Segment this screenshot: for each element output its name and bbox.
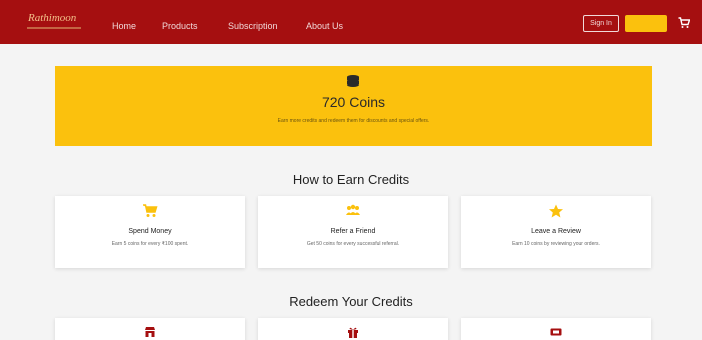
card-description: Get 50 coins for every successful referr… — [306, 241, 400, 247]
earn-card-refer[interactable]: Refer a Friend Get 50 coins for every su… — [258, 196, 448, 268]
earn-card-review[interactable]: Leave a Review Earn 10 coins by reviewin… — [461, 196, 651, 268]
redeem-card-gift[interactable] — [258, 318, 448, 340]
star-icon — [549, 204, 563, 218]
cart-icon — [143, 204, 158, 217]
card-title: Leave a Review — [531, 228, 581, 235]
users-icon — [346, 204, 360, 215]
nav-link-about-us[interactable]: About Us — [306, 21, 343, 31]
coins-banner: 720 Coins Earn more credits and redeem t… — [55, 66, 652, 146]
card-description: Earn 10 coins by reviewing your orders. — [512, 241, 600, 247]
nav-link-subscription[interactable]: Subscription — [228, 21, 278, 31]
coins-icon — [347, 75, 359, 87]
banner-description: Earn more credits and redeem them for di… — [277, 118, 430, 124]
redeem-card-store[interactable] — [55, 318, 245, 340]
card-description: Earn 5 coins for every ₹100 spent. — [111, 241, 189, 247]
card-title: Refer a Friend — [330, 228, 376, 235]
nav-link-products[interactable]: Products — [162, 21, 198, 31]
ticket-icon — [550, 328, 562, 336]
nav-link-home[interactable]: Home — [112, 21, 136, 31]
sign-in-button[interactable]: Sign In — [583, 15, 619, 32]
logo-underline — [27, 27, 81, 29]
cart-icon[interactable] — [678, 17, 690, 29]
earn-section-title: How to Earn Credits — [292, 172, 410, 187]
card-title: Spend Money — [128, 228, 172, 235]
brand-logo[interactable]: Rathimoon — [28, 12, 76, 24]
redeem-section-title: Redeem Your Credits — [289, 294, 413, 309]
coin-balance: 720 Coins — [321, 94, 386, 110]
earn-card-spend[interactable]: Spend Money Earn 5 coins for every ₹100 … — [55, 196, 245, 268]
gift-icon — [348, 327, 358, 338]
nav-cta-button[interactable] — [625, 15, 667, 32]
redeem-card-ticket[interactable] — [461, 318, 651, 340]
top-navbar: Rathimoon Home Products Subscription Abo… — [0, 0, 702, 44]
store-icon — [145, 327, 155, 337]
